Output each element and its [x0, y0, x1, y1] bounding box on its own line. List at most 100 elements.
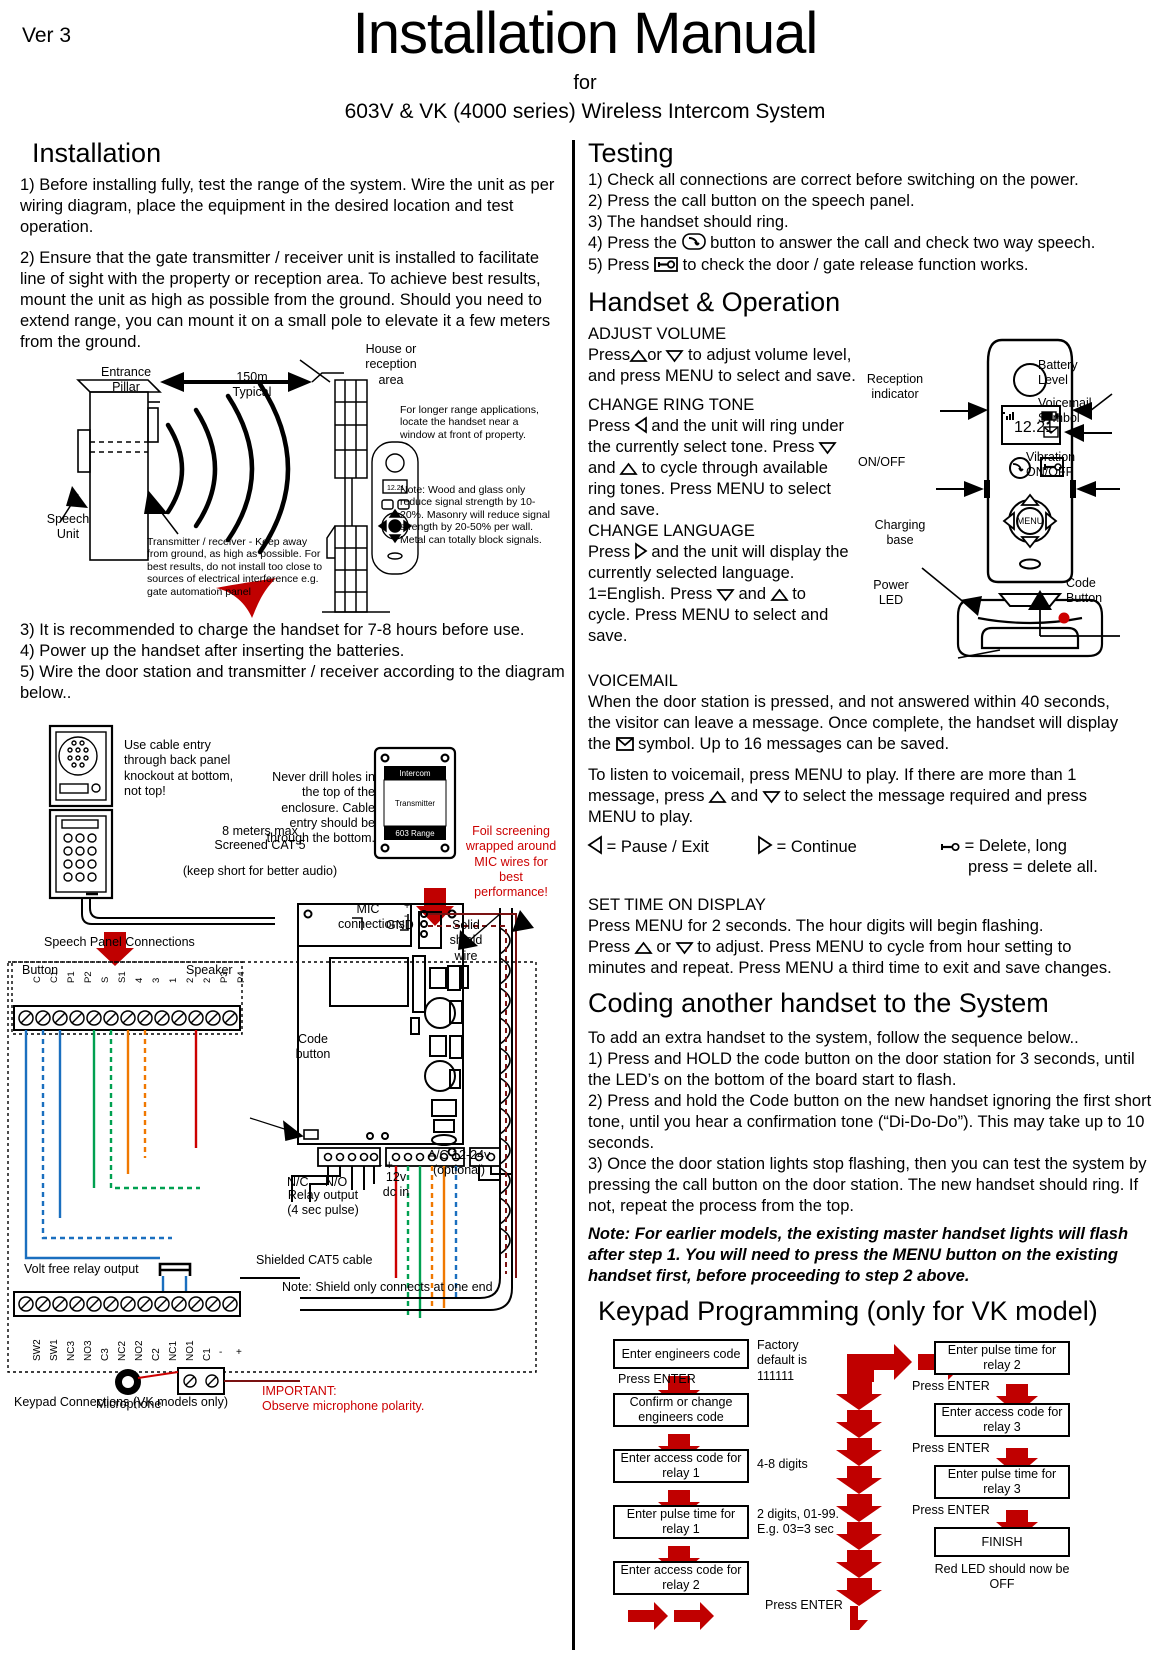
terminal-label: NO3: [83, 1340, 94, 1361]
cat5-max-label: 8 meters max: [222, 824, 298, 838]
keep-short-note: (keep short for better audio): [182, 864, 338, 878]
keypad-box-enter-engineers-code[interactable]: Enter engineers code: [613, 1339, 749, 1369]
down-triangle-icon: [674, 942, 694, 955]
coding-note: Note: For earlier models, the existing m…: [588, 1225, 1129, 1286]
voicemail-line-1: When the door station is pressed, and no…: [588, 693, 1110, 711]
press-enter-label-3: Press ENTER: [912, 1441, 990, 1455]
terminal-label: P2: [83, 971, 94, 983]
pulse-digits-note: 2 digits, 01-99. E.g. 03=3 sec: [757, 1507, 839, 1537]
adjust-volume-line-2: and press MENU to select and save.: [588, 367, 856, 385]
testing-step-4-pre: 4) Press the: [588, 234, 677, 252]
bottom-terminal-labels: SW2 SW1 NC3 NO3 C3 NC2 NO2 C2 NC1 NO1 C1…: [14, 1339, 254, 1396]
legend-delete-line-2: press = delete all.: [968, 858, 1098, 876]
down-triangle-icon: [818, 442, 837, 455]
charging-base-label: Charging base: [874, 518, 926, 548]
terminal-label: C1: [49, 970, 60, 983]
testing-step-5: 5) Press to check the door / gate releas…: [588, 255, 1028, 276]
terminal-label: 4: [134, 977, 145, 983]
down-triangle-icon: [762, 791, 781, 804]
svg-text:Transmitter: Transmitter: [395, 799, 435, 808]
digits-note: 4-8 digits: [757, 1457, 808, 1471]
installation-step-4: 4) Power up the handset after inserting …: [20, 642, 405, 660]
ring-tone-b: and the unit will ring under: [651, 417, 844, 435]
entrance-pillar-label: Entrance Pillar: [100, 365, 152, 395]
code-button-label-handset: Code Button: [1066, 576, 1103, 606]
house-label: House or reception area: [365, 342, 417, 387]
keypad-box-finish[interactable]: FINISH: [934, 1527, 1070, 1557]
set-time-line-2: Press or to adjust. Press MENU to cycle …: [588, 937, 1071, 958]
distance-label: 150m: [236, 370, 268, 384]
terminal-label: 2: [202, 977, 213, 983]
keypad-box-confirm-change-code[interactable]: Confirm or change engineers code: [613, 1393, 749, 1427]
terminal-label: 2: [185, 977, 196, 983]
terminal-label: NC1: [168, 1340, 179, 1361]
testing-step-4-post: button to answer the call and check two …: [710, 234, 1096, 252]
answer-call-icon: [681, 233, 706, 250]
adjust-volume-line-1: Press or to adjust volume level,: [588, 345, 851, 366]
keypad-box-pulse-time-relay-2[interactable]: Enter pulse time for relay 2: [934, 1341, 1070, 1375]
voicemail-line-4: To listen to voicemail, press MENU to pl…: [588, 766, 1077, 784]
terminal-label: -: [219, 1347, 223, 1358]
column-divider: [572, 140, 575, 1650]
ac-optional-label: A/C 12-24v (optional): [427, 1148, 491, 1178]
reception-indicator-label: Reception indicator: [866, 372, 924, 402]
up-triangle-icon: [708, 790, 727, 803]
installation-heading: Installation: [32, 138, 162, 168]
svg-text:Intercom: Intercom: [399, 769, 430, 778]
up-triangle-icon: [619, 462, 638, 475]
testing-step-5-post: to check the door / gate release functio…: [682, 256, 1029, 274]
transmitter-placement-note: Transmitter / receiver - Keep away from …: [147, 536, 323, 598]
press-enter-label-5: Press ENTER: [765, 1598, 843, 1612]
change-language-line-3: 1=English. Press and to: [588, 584, 806, 605]
ring-tone-a: Press: [588, 417, 631, 435]
battery-level-label: Battery Level: [1038, 358, 1078, 388]
ring-tone-d: and: [588, 459, 616, 477]
ring-tone-line-2: the currently select tone. Press: [588, 437, 837, 458]
keypad-box-access-code-relay-2[interactable]: Enter access code for relay 2: [613, 1561, 749, 1595]
coding-intro: To add an extra handset to the system, f…: [588, 1029, 1079, 1047]
change-language-title: CHANGE LANGUAGE: [588, 522, 755, 540]
door-release-icon: [654, 257, 678, 272]
keypad-box-pulse-time-relay-1[interactable]: Enter pulse time for relay 1: [613, 1505, 749, 1539]
mic-gnd-label: GND: [386, 918, 414, 932]
volt-free-relay-label: Volt free relay output: [24, 1262, 139, 1276]
left-triangle-icon: [587, 835, 602, 855]
set-time-line-3: minutes and repeat. Press MENU a third t…: [588, 959, 1112, 977]
terminal-label: NO1: [185, 1340, 196, 1361]
set-time-l2a: Press: [588, 938, 631, 956]
vibration-on-off-label: Vibration ON/OFF: [1026, 450, 1076, 480]
terminal-label: P3: [219, 971, 230, 983]
keypad-box-access-code-relay-1[interactable]: Enter access code for relay 1: [613, 1449, 749, 1483]
terminal-label: C2: [151, 1348, 162, 1361]
cat5-type-label: Screened CAT 5: [214, 838, 306, 852]
voicemail-p2b-pre: message, press: [588, 787, 705, 805]
up-triangle-icon: [769, 588, 789, 601]
set-time-line-1: Press MENU for 2 seconds. The hour digit…: [588, 917, 1044, 935]
up-triangle-icon: [629, 349, 648, 362]
voicemail-line-3: the symbol. Up to 16 messages can be sav…: [588, 734, 949, 755]
set-time-title: SET TIME ON DISPLAY: [588, 896, 766, 914]
adjust-volume-title: ADJUST VOLUME: [588, 325, 727, 343]
change-language-line-1: Press and the unit will display the: [588, 542, 849, 563]
keypad-box-pulse-time-relay-3[interactable]: Enter pulse time for relay 3: [934, 1465, 1070, 1499]
language-b: and the unit will display the: [651, 543, 849, 561]
keypad-box-access-code-relay-3[interactable]: Enter access code for relay 3: [934, 1403, 1070, 1437]
terminal-label: NO2: [134, 1340, 145, 1361]
change-language-line-5: save.: [588, 627, 628, 645]
speech-unit-label: Speech Unit: [46, 512, 90, 542]
press-enter-label-1: Press ENTER: [618, 1372, 696, 1386]
speech-panel-connections-label: Speech Panel Connections: [44, 935, 195, 949]
testing-step-2: 2) Press the call button on the speech p…: [588, 192, 915, 210]
ring-tone-line-1: Press and the unit will ring under: [588, 416, 844, 437]
voicemail-line-5: message, press and to select the message…: [588, 786, 1087, 807]
language-d: 1=English. Press: [588, 585, 713, 603]
terminal-label: C: [32, 976, 43, 983]
page-subtitle: 603V & VK (4000 series) Wireless Interco…: [344, 100, 826, 123]
terminal-label: NC2: [117, 1340, 128, 1361]
terminal-label: SW1: [49, 1339, 60, 1361]
ring-tone-c: the currently select tone. Press: [588, 438, 815, 456]
voicemail-p2b-post: to select the message required and press: [784, 787, 1088, 805]
code-button-label: Code button: [295, 1032, 331, 1062]
adjust-volume-a: Press: [588, 346, 631, 364]
voicemail-title: VOICEMAIL: [588, 672, 678, 690]
